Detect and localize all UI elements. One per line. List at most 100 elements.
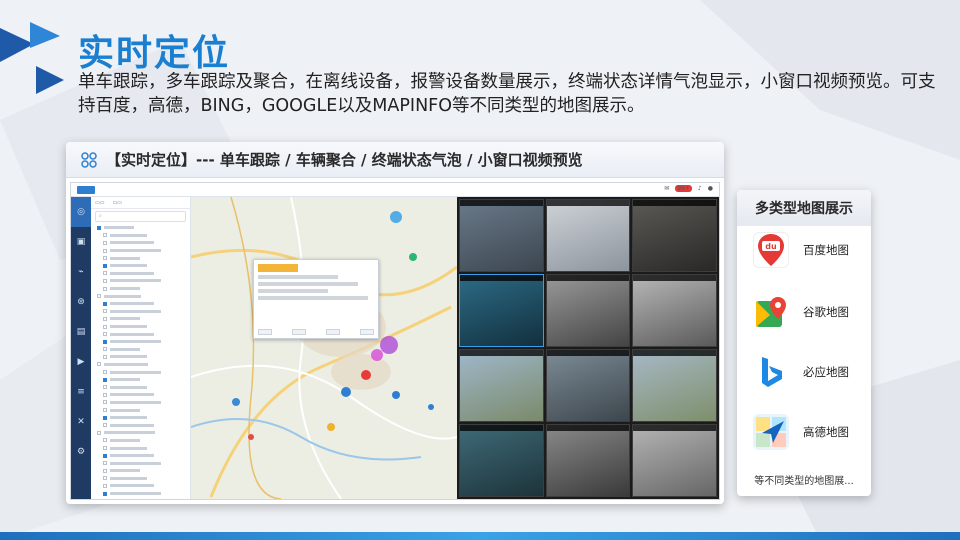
sidebar-item[interactable]: ▣	[71, 227, 91, 257]
bubble-action-button[interactable]	[360, 329, 374, 335]
sidebar-item[interactable]: ✕	[71, 407, 91, 437]
tree-checkbox[interactable]	[103, 332, 107, 337]
tree-row[interactable]	[91, 270, 190, 278]
tree-row[interactable]	[91, 277, 190, 285]
tree-row[interactable]	[91, 414, 190, 422]
tree-checkbox[interactable]	[103, 408, 107, 413]
tree-checkbox[interactable]	[103, 483, 107, 488]
tree-checkbox[interactable]	[103, 400, 107, 405]
terminal-status-bubble[interactable]	[253, 259, 379, 339]
tree-row[interactable]	[91, 315, 190, 323]
tree-checkbox[interactable]	[103, 256, 107, 261]
tree-checkbox[interactable]	[103, 339, 107, 344]
tree-checkbox[interactable]	[103, 354, 107, 359]
sidebar-item[interactable]: ⚙	[71, 437, 91, 467]
tree-checkbox[interactable]	[97, 430, 101, 435]
tree-checkbox[interactable]	[103, 263, 107, 268]
tree-row[interactable]	[91, 308, 190, 316]
tree-checkbox[interactable]	[103, 286, 107, 291]
tree-row[interactable]	[91, 376, 190, 384]
video-tile[interactable]	[632, 349, 717, 422]
tree-row[interactable]	[91, 300, 190, 308]
tree-row[interactable]	[91, 444, 190, 452]
tree-checkbox[interactable]	[103, 271, 107, 276]
tree-row[interactable]	[91, 368, 190, 376]
video-tile[interactable]	[459, 274, 544, 347]
tree-row[interactable]	[91, 383, 190, 391]
bell-icon[interactable]: ♪	[698, 185, 702, 192]
alert-badge[interactable]: 99+	[675, 185, 692, 192]
tree-checkbox[interactable]	[103, 461, 107, 466]
sidebar-item[interactable]: ≡	[71, 377, 91, 407]
tree-checkbox[interactable]	[103, 347, 107, 352]
tree-tab-vehicles[interactable]: ▭▭	[95, 200, 104, 206]
tree-checkbox[interactable]	[103, 377, 107, 382]
tree-row[interactable]	[91, 459, 190, 467]
tree-tab-groups[interactable]: ▭▭	[112, 200, 121, 206]
tree-row[interactable]	[91, 437, 190, 445]
tree-row[interactable]	[91, 232, 190, 240]
tree-row[interactable]	[91, 490, 190, 498]
video-tile[interactable]	[459, 424, 544, 497]
video-tile[interactable]	[459, 199, 544, 272]
tree-checkbox[interactable]	[97, 225, 101, 230]
tree-checkbox[interactable]	[103, 415, 107, 420]
tree-row[interactable]	[91, 399, 190, 407]
sidebar-item[interactable]: ▤	[71, 317, 91, 347]
tree-checkbox[interactable]	[103, 438, 107, 443]
tree-row[interactable]	[91, 254, 190, 262]
tree-checkbox[interactable]	[103, 248, 107, 253]
tree-checkbox[interactable]	[103, 309, 107, 314]
tree-row[interactable]	[91, 391, 190, 399]
sidebar-item[interactable]: ◎	[71, 197, 91, 227]
user-avatar-icon[interactable]: ●	[708, 185, 713, 192]
tree-row[interactable]	[91, 346, 190, 354]
video-tile[interactable]	[632, 274, 717, 347]
bubble-action-button[interactable]	[258, 329, 272, 335]
message-icon[interactable]: ✉	[664, 185, 669, 192]
video-tile[interactable]	[632, 424, 717, 497]
tree-row[interactable]	[91, 353, 190, 361]
tree-checkbox[interactable]	[103, 491, 107, 496]
tree-checkbox[interactable]	[103, 446, 107, 451]
tree-checkbox[interactable]	[97, 362, 101, 367]
bubble-action-button[interactable]	[292, 329, 306, 335]
tree-checkbox[interactable]	[103, 385, 107, 390]
tree-search-input[interactable]: ⌕	[95, 211, 186, 222]
tree-row[interactable]	[91, 361, 190, 369]
tree-row[interactable]	[91, 467, 190, 475]
video-tile[interactable]	[545, 349, 631, 422]
tree-checkbox[interactable]	[103, 468, 107, 473]
tree-checkbox[interactable]	[103, 423, 107, 428]
tree-row[interactable]	[91, 338, 190, 346]
tree-row[interactable]	[91, 406, 190, 414]
sidebar-item[interactable]: ⌁	[71, 257, 91, 287]
tree-row[interactable]	[91, 482, 190, 490]
sidebar-item[interactable]: ▶	[71, 347, 91, 377]
tree-row[interactable]	[91, 247, 190, 255]
tree-row[interactable]	[91, 330, 190, 338]
tree-checkbox[interactable]	[103, 453, 107, 458]
tree-row[interactable]	[91, 452, 190, 460]
video-tile[interactable]	[545, 424, 631, 497]
tree-row[interactable]	[91, 224, 190, 232]
bubble-action-button[interactable]	[326, 329, 340, 335]
video-tile[interactable]	[545, 274, 631, 347]
map-view[interactable]	[191, 197, 457, 499]
tree-checkbox[interactable]	[103, 240, 107, 245]
video-tile[interactable]	[545, 199, 631, 272]
tree-row[interactable]	[91, 475, 190, 483]
tree-checkbox[interactable]	[103, 316, 107, 321]
tree-checkbox[interactable]	[103, 370, 107, 375]
tree-checkbox[interactable]	[103, 476, 107, 481]
tree-row[interactable]	[91, 239, 190, 247]
tree-row[interactable]	[91, 429, 190, 437]
tree-checkbox[interactable]	[103, 301, 107, 306]
tree-checkbox[interactable]	[103, 278, 107, 283]
video-tile[interactable]	[459, 349, 544, 422]
tree-row[interactable]	[91, 285, 190, 293]
tree-row[interactable]	[91, 421, 190, 429]
tree-row[interactable]	[91, 292, 190, 300]
tree-checkbox[interactable]	[103, 392, 107, 397]
tree-checkbox[interactable]	[97, 294, 101, 299]
